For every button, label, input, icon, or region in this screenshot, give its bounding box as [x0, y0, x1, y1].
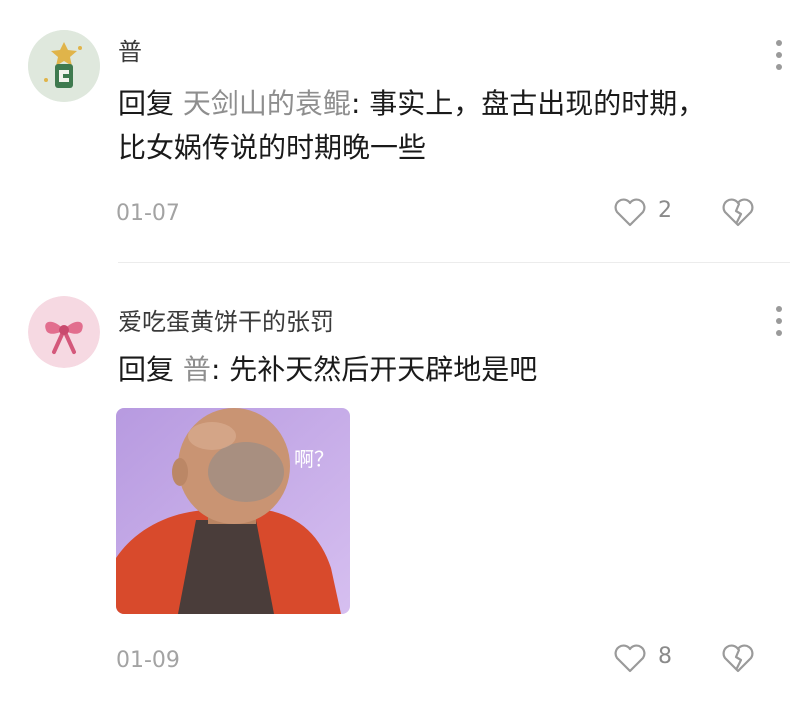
comment-body: 回复 天剑山的袁鲲: 事实上，盘古出现的时期， 比女娲传说的时期晚一些	[118, 82, 778, 170]
meme-image[interactable]: 啊？	[116, 408, 350, 614]
meme-picture: 啊？	[116, 408, 350, 614]
dislike-button[interactable]	[718, 638, 758, 678]
dislike-button[interactable]	[718, 192, 758, 232]
broken-heart-icon	[722, 198, 754, 227]
comment-text-line-2: 比女娲传说的时期晚一些	[118, 131, 427, 164]
like-count: 8	[658, 644, 672, 669]
comment-body: 回复 普: 先补天然后开天辟地是吧	[118, 348, 778, 392]
username[interactable]: 普	[118, 32, 142, 67]
like-count: 2	[658, 198, 672, 223]
vertical-dots-icon[interactable]	[764, 36, 794, 76]
heart-outline-icon	[614, 644, 646, 673]
comment-text-line-1: 先补天然后开天辟地是吧	[229, 353, 538, 386]
avatar[interactable]	[28, 30, 100, 102]
comment-date: 01-07	[116, 201, 180, 226]
comment-item: 爱吃蛋黄饼干的张罚 回复 普: 先补天然后开天辟地是吧 啊？ 01-09 8	[0, 262, 800, 704]
reply-separator: :	[350, 87, 370, 120]
comment-item: 普 回复 天剑山的袁鲲: 事实上，盘古出现的时期， 比女娲传说的时期晚一些 01…	[0, 0, 800, 262]
meme-caption: 啊？	[294, 447, 334, 471]
broken-heart-icon	[722, 644, 754, 673]
reply-prefix: 回复	[118, 353, 175, 386]
vertical-dots-icon[interactable]	[764, 302, 794, 342]
reply-target[interactable]: 普	[183, 353, 211, 386]
avatar[interactable]	[28, 296, 100, 368]
username[interactable]: 爱吃蛋黄饼干的张罚	[118, 302, 334, 337]
avatar-image	[28, 296, 100, 368]
reply-separator: :	[210, 353, 230, 386]
reply-prefix: 回复	[118, 87, 175, 120]
like-button[interactable]: 8	[610, 638, 680, 678]
like-button[interactable]: 2	[610, 192, 680, 232]
comment-line-1: 回复 天剑山的袁鲲: 事实上，盘古出现的时期，	[118, 82, 778, 126]
avatar-image	[28, 30, 100, 102]
reply-target[interactable]: 天剑山的袁鲲	[183, 87, 351, 120]
comment-date: 01-09	[116, 648, 180, 673]
comment-text-line-1: 事实上，盘古出现的时期，	[369, 87, 706, 120]
heart-outline-icon	[614, 198, 646, 227]
